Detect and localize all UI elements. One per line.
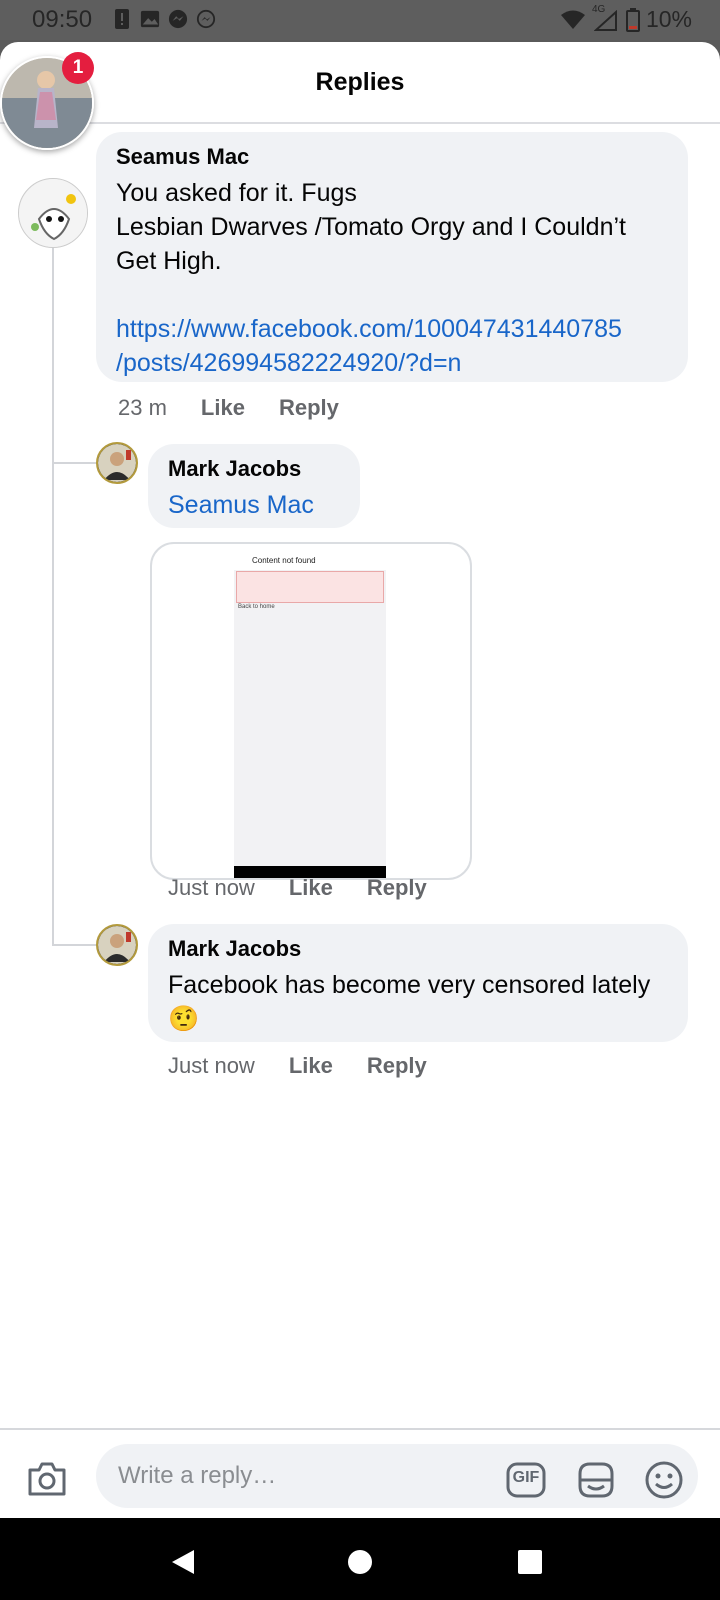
avatar[interactable] — [18, 178, 88, 248]
home-icon[interactable] — [340, 1542, 380, 1582]
alert-icon — [115, 9, 129, 29]
chat-head[interactable]: 1 — [0, 52, 94, 156]
like-button[interactable]: Like — [201, 395, 245, 421]
notification-badge: 1 — [62, 52, 94, 84]
recents-icon[interactable] — [510, 1542, 550, 1582]
sheet-header: Replies — [0, 42, 720, 124]
comment-time[interactable]: 23 m — [118, 395, 167, 421]
back-icon[interactable] — [164, 1542, 204, 1582]
like-button[interactable]: Like — [289, 875, 333, 901]
thumbnail-alert — [236, 571, 384, 603]
notification-icons — [112, 8, 216, 30]
sticker-icon[interactable] — [576, 1460, 616, 1500]
status-time: 09:50 — [32, 6, 93, 33]
comment-time[interactable]: Just now — [168, 875, 255, 901]
reply-button[interactable]: Reply — [367, 1053, 427, 1079]
avatar[interactable] — [96, 924, 138, 966]
reply-button[interactable]: Reply — [367, 875, 427, 901]
comment-bubble[interactable]: Mark Jacobs Facebook has become very cen… — [148, 924, 688, 1042]
avatar[interactable] — [96, 442, 138, 484]
replies-sheet: Replies Seamus Mac You asked for it. Fug… — [0, 42, 720, 1518]
page-title: Replies — [315, 68, 405, 96]
thread-connector — [52, 944, 98, 946]
comment-text: You asked for it. Fugs Lesbian Dwarves /… — [116, 179, 626, 275]
comment-actions: 23 m Like Reply — [118, 395, 373, 421]
reply-button[interactable]: Reply — [279, 395, 339, 421]
wifi-icon — [560, 10, 585, 29]
comment-author[interactable]: Mark Jacobs — [168, 456, 340, 482]
thread-line — [52, 208, 54, 944]
image-icon — [140, 10, 160, 28]
comment-text: Facebook has become very censored lately… — [168, 971, 658, 1033]
system-nav-bar — [0, 1518, 720, 1600]
signal-icon: 4G — [592, 4, 620, 32]
comment-bubble[interactable]: Seamus Mac You asked for it. Fugs Lesbia… — [96, 132, 688, 382]
thumbnail-title: Content not found — [252, 556, 316, 565]
thumbnail-home-link: Back to home — [238, 604, 275, 610]
status-bar: 09:50 4G 10% — [0, 0, 720, 40]
reply-composer: GIF — [0, 1428, 720, 1518]
comment-link[interactable]: https://www.facebook.com/100047431440785 — [116, 312, 668, 346]
image-attachment[interactable]: Content not found Back to home — [150, 542, 472, 880]
like-button[interactable]: Like — [289, 1053, 333, 1079]
thread-connector — [52, 462, 98, 464]
network-type: 4G — [591, 3, 606, 15]
comment-time[interactable]: Just now — [168, 1053, 255, 1079]
comment-actions: Just now Like Reply — [168, 1053, 461, 1079]
comment-author[interactable]: Seamus Mac — [116, 144, 668, 170]
status-right: 4G 10% — [560, 4, 692, 33]
battery-icon — [625, 7, 640, 32]
gif-label: GIF — [512, 1469, 540, 1486]
messenger-icon — [168, 9, 188, 29]
emoji-icon[interactable] — [644, 1460, 684, 1500]
comment-actions: Just now Like Reply — [168, 875, 461, 901]
comment-bubble[interactable]: Mark Jacobs Seamus Mac — [148, 444, 360, 528]
screenshot-thumbnail: Content not found Back to home — [234, 544, 386, 878]
mention-link[interactable]: Seamus Mac — [168, 488, 340, 522]
messenger-outline-icon — [196, 9, 216, 29]
camera-icon[interactable] — [26, 1460, 68, 1498]
comment-author[interactable]: Mark Jacobs — [168, 936, 668, 962]
battery-percent: 10% — [645, 6, 692, 32]
comment-link-continued[interactable]: /posts/426994582224920/?d=n — [116, 346, 668, 380]
gif-button[interactable]: GIF — [506, 1460, 546, 1500]
